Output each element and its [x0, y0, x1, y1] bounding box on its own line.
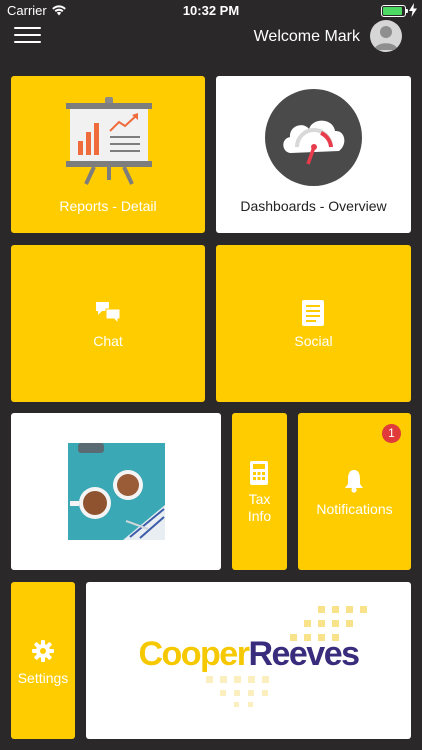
chat-bubbles-icon — [96, 302, 121, 325]
cooper-reeves-brand-tile[interactable]: CooperReeves — [86, 582, 411, 739]
user-avatar-icon[interactable] — [370, 20, 402, 52]
battery-cap — [406, 9, 408, 13]
tax-info-tile[interactable]: Tax Info — [232, 413, 287, 570]
dashboards-overview-label: Dashboards - Overview — [240, 198, 387, 214]
status-bar: Carrier 10:32 PM — [0, 0, 422, 22]
charging-bolt-icon — [409, 3, 417, 17]
brand-reeves-text: Reeves — [248, 635, 360, 673]
battery-icon — [381, 5, 406, 17]
chat-label: Chat — [93, 333, 123, 349]
settings-label: Settings — [17, 670, 69, 686]
settings-tile[interactable]: Settings — [11, 582, 75, 739]
hamburger-icon[interactable] — [14, 24, 42, 44]
notifications-label: Notifications — [316, 501, 393, 517]
reports-detail-label: Reports - Detail — [59, 198, 157, 214]
calculator-icon — [250, 461, 268, 485]
welcome-label: Welcome Mark — [253, 28, 360, 45]
presentation-board-icon — [66, 97, 152, 185]
clock: 10:32 PM — [182, 3, 240, 18]
social-label: Social — [294, 333, 333, 349]
social-tile[interactable]: Social — [216, 245, 411, 402]
newspaper-icon — [302, 300, 324, 326]
brand-logo: CooperReeves — [86, 635, 411, 674]
dashboards-overview-tile[interactable]: Dashboards - Overview — [216, 76, 411, 233]
brand-cooper-text: Cooper — [138, 635, 250, 673]
notification-badge: 1 — [382, 424, 401, 443]
reports-detail-tile[interactable]: Reports - Detail — [11, 76, 205, 233]
cloud-gauge-icon — [265, 89, 362, 186]
bell-icon — [345, 470, 363, 493]
gear-icon — [32, 640, 54, 662]
coffee-photo-tile[interactable] — [11, 413, 221, 570]
tax-info-label: Tax Info — [247, 491, 272, 524]
chat-tile[interactable]: Chat — [11, 245, 205, 402]
coffee-photo — [68, 443, 165, 540]
battery-level — [383, 7, 402, 15]
